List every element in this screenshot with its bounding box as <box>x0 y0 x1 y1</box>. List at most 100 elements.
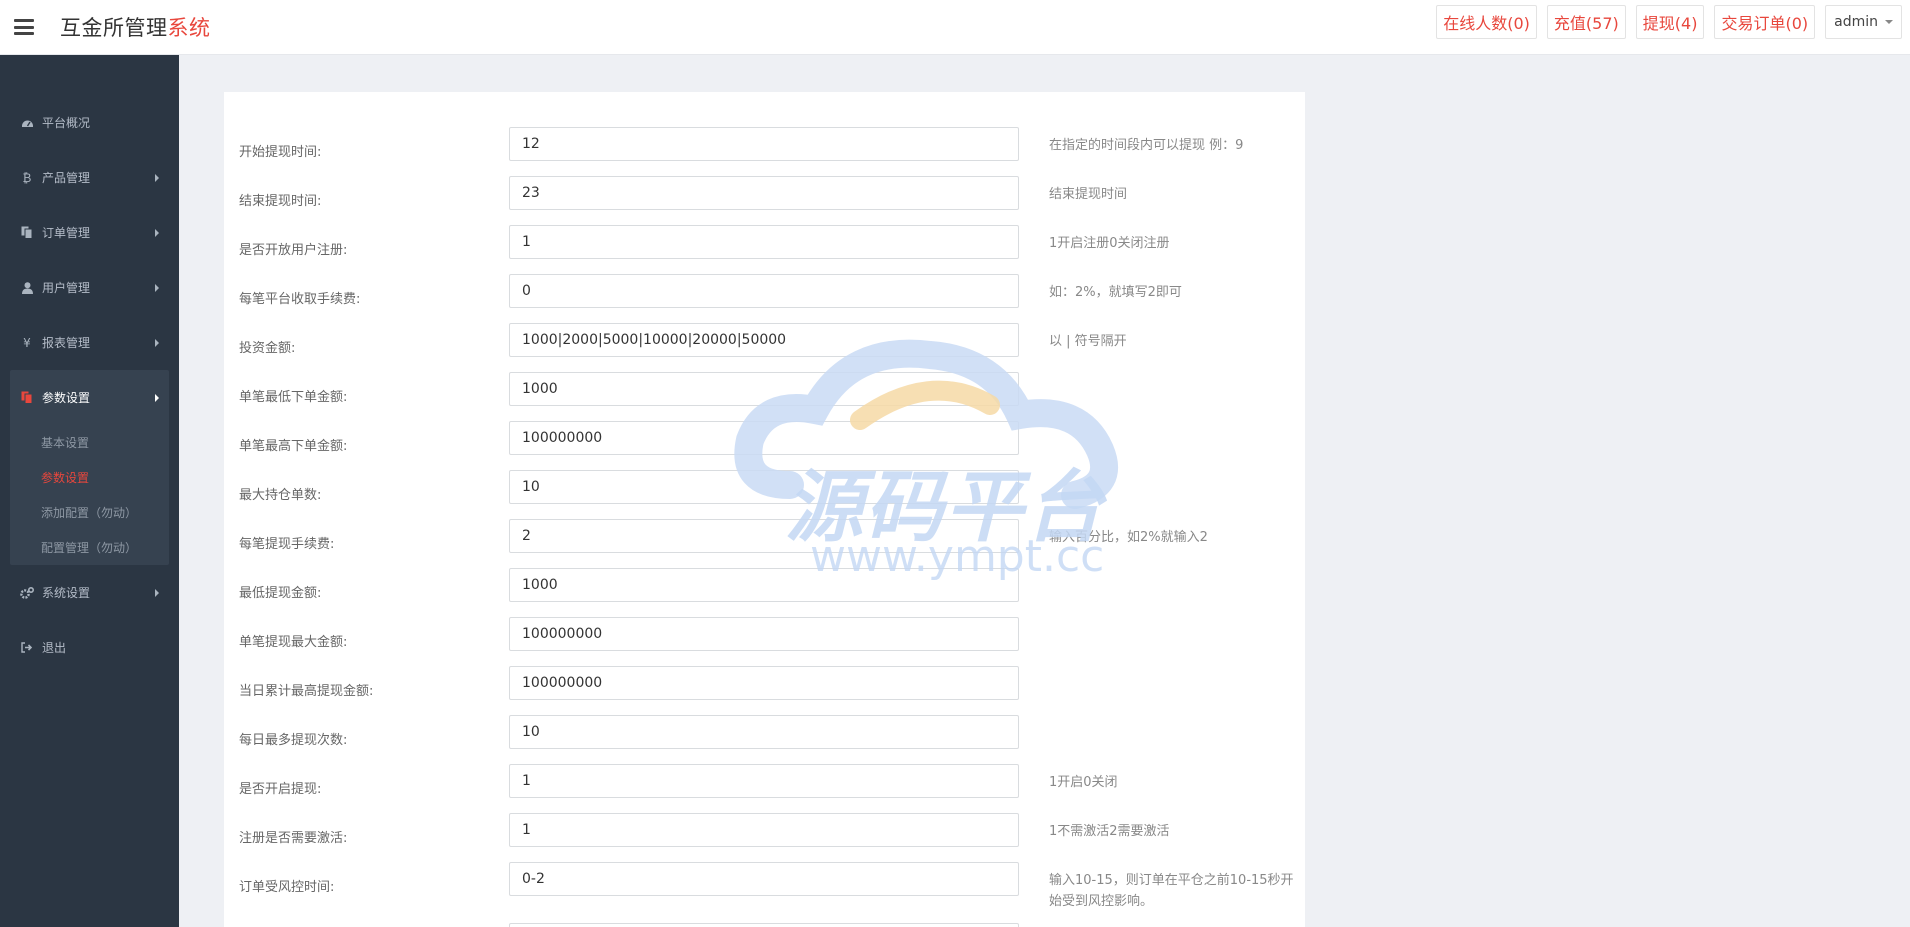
form-row <box>224 923 1305 927</box>
withdraw-end-time-input[interactable] <box>509 176 1019 210</box>
field-label: 当日累计最高提现金额: <box>239 684 374 699</box>
sidebar-item-label: 订单管理 <box>42 226 91 240</box>
sidebar-item-label: 报表管理 <box>42 336 91 350</box>
field-label: 单笔提现最大金额: <box>239 635 348 650</box>
field-label: 结束提现时间: <box>239 194 322 209</box>
field-label: 单笔最高下单金额: <box>239 439 348 454</box>
online-users-button[interactable]: 在线人数(0) <box>1436 5 1537 39</box>
platform-fee-input[interactable] <box>509 274 1019 308</box>
max-order-amount-input[interactable] <box>509 421 1019 455</box>
field-help: 输入10-15，则订单在平仓之前10-15秒开始受到风控影响。 <box>1049 873 1294 909</box>
form-row: 订单受风控时间: 输入10-15，则订单在平仓之前10-15秒开始受到风控影响。 <box>224 862 1305 911</box>
sidebar-item-label: 用户管理 <box>42 281 91 295</box>
settings-form: 开始提现时间: 在指定的时间段内可以提现 例：9 结束提现时间: 结束提现时间 … <box>224 92 1305 927</box>
form-row: 是否开放用户注册: 1开启注册0关闭注册 <box>224 225 1305 274</box>
field-label: 订单受风控时间: <box>239 880 335 895</box>
form-row: 最大持仓单数: <box>224 470 1305 519</box>
daily-withdraw-count-input[interactable] <box>509 715 1019 749</box>
min-order-amount-input[interactable] <box>509 372 1019 406</box>
sidebar-item-label: 参数设置 <box>42 391 91 405</box>
field-help: 1开启0关闭 <box>1049 775 1118 790</box>
form-row: 是否开启提现: 1开启0关闭 <box>224 764 1305 813</box>
recharge-button[interactable]: 充值(57) <box>1546 5 1626 39</box>
sidebar-subitem-config-manage[interactable]: 配置管理（勿动） <box>10 530 169 565</box>
form-row: 注册是否需要激活: 1不需激活2需要激活 <box>224 813 1305 862</box>
sidebar-subitem-params[interactable]: 参数设置 <box>10 460 169 495</box>
field-label: 开始提现时间: <box>239 145 322 160</box>
user-icon <box>19 281 35 294</box>
field-label: 每日最多提现次数: <box>239 733 348 748</box>
field-help: 以 | 符号隔开 <box>1049 334 1127 349</box>
risk-control-time-input[interactable] <box>509 862 1019 896</box>
form-row: 最低提现金额: <box>224 568 1305 617</box>
field-help: 结束提现时间 <box>1049 187 1128 202</box>
chevron-right-icon <box>155 173 159 182</box>
sign-out-icon <box>19 642 35 653</box>
menu-toggle-icon[interactable] <box>14 19 34 35</box>
chevron-right-icon <box>155 338 159 347</box>
chevron-right-icon <box>155 283 159 292</box>
trade-orders-button[interactable]: 交易订单(0) <box>1714 5 1816 39</box>
field-help: 如：2%，就填写2即可 <box>1049 285 1182 300</box>
sidebar-subitem-add-config[interactable]: 添加配置（勿动） <box>10 495 169 530</box>
sidebar-item-products[interactable]: ₿ 产品管理 <box>0 150 179 205</box>
registration-open-input[interactable] <box>509 225 1019 259</box>
form-row: 开始提现时间: 在指定的时间段内可以提现 例：9 <box>224 127 1305 176</box>
field-label: 注册是否需要激活: <box>239 831 348 846</box>
dashboard-icon <box>19 117 35 128</box>
next-setting-input[interactable] <box>509 923 1019 927</box>
app-title-main: 互金所管理 <box>60 16 168 40</box>
sidebar-subitem-basic[interactable]: 基本设置 <box>10 425 169 460</box>
withdraw-enabled-input[interactable] <box>509 764 1019 798</box>
field-help: 在指定的时间段内可以提现 例：9 <box>1049 138 1244 153</box>
sidebar-item-orders[interactable]: 订单管理 <box>0 205 179 260</box>
sidebar-item-logout[interactable]: 退出 <box>0 620 179 675</box>
min-withdraw-input[interactable] <box>509 568 1019 602</box>
withdraw-start-time-input[interactable] <box>509 127 1019 161</box>
bitcoin-icon: ₿ <box>22 170 32 185</box>
form-row: 单笔最低下单金额: <box>224 372 1305 421</box>
chevron-right-icon <box>155 588 159 597</box>
form-row: 单笔提现最大金额: <box>224 617 1305 666</box>
sidebar-group-params: 参数设置 基本设置 参数设置 添加配置（勿动） 配置管理（勿动） <box>10 370 169 565</box>
form-row: 每笔平台收取手续费: 如：2%，就填写2即可 <box>224 274 1305 323</box>
form-row: 每笔提现手续费: 输入百分比，如2%就输入2 <box>224 519 1305 568</box>
field-help: 1开启注册0关闭注册 <box>1049 236 1170 251</box>
sidebar-item-params[interactable]: 参数设置 <box>10 370 169 425</box>
sidebar-item-overview[interactable]: 平台概况 <box>0 95 179 150</box>
sidebar-item-reports[interactable]: ¥ 报表管理 <box>0 315 179 370</box>
field-help: 1不需激活2需要激活 <box>1049 824 1170 839</box>
app-title-accent: 系统 <box>167 16 211 40</box>
field-label: 每笔提现手续费: <box>239 537 335 552</box>
copy-icon <box>19 391 35 404</box>
withdraw-button[interactable]: 提现(4) <box>1635 5 1705 39</box>
sidebar-item-system[interactable]: 系统设置 <box>0 565 179 620</box>
field-label: 单笔最低下单金额: <box>239 390 348 405</box>
chevron-right-icon <box>155 393 159 402</box>
field-label: 是否开启提现: <box>239 782 322 797</box>
field-label: 最低提现金额: <box>239 586 322 601</box>
sidebar-item-label: 系统设置 <box>42 586 91 600</box>
sidebar-item-label: 退出 <box>42 641 67 655</box>
registration-activation-input[interactable] <box>509 813 1019 847</box>
sidebar-item-users[interactable]: 用户管理 <box>0 260 179 315</box>
field-help: 输入百分比，如2%就输入2 <box>1049 530 1208 545</box>
field-label: 每笔平台收取手续费: <box>239 292 361 307</box>
user-menu-dropdown[interactable]: admin <box>1825 5 1902 39</box>
user-name: admin <box>1834 14 1878 30</box>
copy-icon <box>19 226 35 239</box>
field-label: 是否开放用户注册: <box>239 243 348 258</box>
form-row: 结束提现时间: 结束提现时间 <box>224 176 1305 225</box>
field-label: 最大持仓单数: <box>239 488 322 503</box>
max-single-withdraw-input[interactable] <box>509 617 1019 651</box>
withdraw-fee-input[interactable] <box>509 519 1019 553</box>
sidebar-item-label: 平台概况 <box>42 116 91 130</box>
top-header: 互金所管理系统 在线人数(0) 充值(57) 提现(4) 交易订单(0) adm… <box>0 0 1910 55</box>
form-row: 当日累计最高提现金额: <box>224 666 1305 715</box>
sidebar-item-label: 产品管理 <box>42 171 91 185</box>
form-row: 每日最多提现次数: <box>224 715 1305 764</box>
field-label: 投资金额: <box>239 341 296 356</box>
daily-max-withdraw-input[interactable] <box>509 666 1019 700</box>
investment-amounts-input[interactable] <box>509 323 1019 357</box>
max-positions-input[interactable] <box>509 470 1019 504</box>
